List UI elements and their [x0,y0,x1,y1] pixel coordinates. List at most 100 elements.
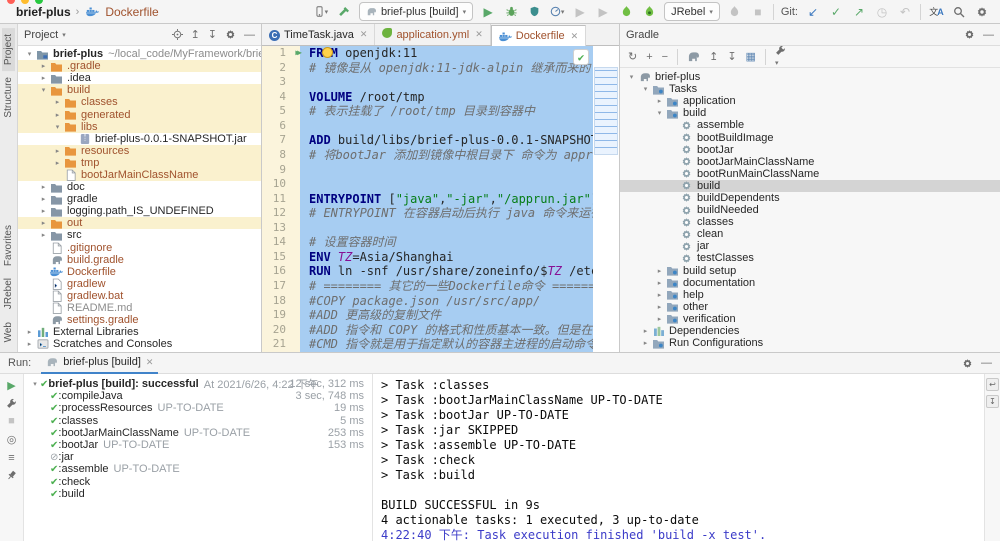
collapse-all-button[interactable]: ↧ [727,50,736,63]
chevron-right-icon[interactable]: ▸ [654,267,665,275]
gradle-tree-row[interactable]: ▸build setup [620,265,1000,277]
minimize-window-icon[interactable] [21,0,29,4]
run-dockerfile-icon[interactable]: ▶▶ [295,46,299,61]
refresh-gradle-button[interactable]: ↻ [628,50,637,63]
run-config-select[interactable]: brief-plus [build] ▾ [359,2,473,21]
project-tree-row[interactable]: ▸logging.path_IS_UNDEFINED [18,205,261,217]
project-tree-row[interactable]: bootJarMainClassName [18,169,261,181]
gradle-tree-row[interactable]: ▸Dependencies [620,325,1000,337]
project-tree-row[interactable]: build.gradle [18,254,261,266]
jrebel-run-button[interactable] [618,3,634,21]
project-tree-row[interactable]: gradlew.bat [18,290,261,302]
build-step-row[interactable]: ✔:classes5 ms [24,415,372,427]
hide-panel-button[interactable]: — [244,29,255,41]
project-tree-row[interactable]: ▸External Libraries [18,326,261,338]
breadcrumb-project[interactable]: brief-plus [16,5,71,19]
build-step-row[interactable]: ✔:build [24,488,372,500]
project-tree-row[interactable]: ▸generated [18,108,261,120]
profiler-button[interactable]: ▾ [549,3,565,21]
close-icon[interactable]: ✕ [475,29,483,40]
chevron-right-icon[interactable]: ▸ [38,183,49,191]
code-line[interactable]: 18#COPY package.json /usr/src/app/ [262,294,619,309]
project-tree-row[interactable]: ▾brief-plus~/local_code/MyFramework/brie… [18,48,261,60]
code-line[interactable]: 16RUN ln -snf /usr/share/zoneinfo/$TZ /e… [262,264,619,279]
build-step-row[interactable]: ✔:check [24,476,372,488]
build-step-row[interactable]: ✔:bootJarUP-TO-DATE153 ms [24,439,372,451]
project-tree-row[interactable]: brief-plus-0.0.1-SNAPSHOT.jar [18,133,261,145]
project-tree-row[interactable]: settings.gradle [18,314,261,326]
gradle-tree-row[interactable]: assemble [620,119,1000,131]
project-tree-row[interactable]: gradlew [18,278,261,290]
run-button[interactable]: ▶ [480,3,496,21]
build-step-row[interactable]: ✔:processResourcesUP-TO-DATE19 ms [24,402,372,414]
chevron-right-icon[interactable]: ▸ [52,147,63,155]
chevron-down-icon[interactable]: ▾ [30,380,40,388]
build-console[interactable]: > Task :classes> Task :bootJarMainClassN… [372,374,984,541]
close-window-icon[interactable] [7,0,15,4]
project-tree-row[interactable]: ▾libs [18,121,261,133]
gradle-tree-row[interactable]: ▸other [620,301,1000,313]
project-tree-row[interactable]: ▾build [18,84,261,96]
close-icon[interactable]: ✕ [360,29,368,40]
build-settings-wrench-button[interactable] [6,398,17,409]
hide-panel-button[interactable]: — [983,29,994,41]
code-line[interactable]: 6 [262,119,619,134]
gradle-tree-row[interactable]: clean [620,228,1000,240]
gradle-tree-row[interactable]: ▸application [620,95,1000,107]
detach-project-button[interactable]: − [662,51,668,63]
code-line[interactable]: 7ADD build/libs/brief-plus-0.0.1-SNAPSHO… [262,133,619,148]
rerun-button[interactable]: ▶ [7,379,15,392]
project-tree-row[interactable]: ▸classes [18,96,261,108]
chevron-right-icon[interactable]: ▸ [38,195,49,203]
build-step-row[interactable]: ▾✔brief-plus [build]: successfulAt 2021/… [24,378,372,390]
gradle-tree-row[interactable]: buildDependents [620,192,1000,204]
locate-file-button[interactable] [172,29,183,40]
tool-stripe-project[interactable]: Project [2,28,15,71]
chevron-right-icon[interactable]: ▸ [654,279,665,287]
attach-project-button[interactable]: + [646,51,652,63]
device-select-button[interactable]: ▾ [313,3,329,21]
project-tree-row[interactable]: ▸.gradle [18,60,261,72]
soft-wrap-button[interactable]: ↩ [986,378,999,391]
panel-settings-gear-icon[interactable] [225,29,236,40]
code-line[interactable]: 14# 设置容器时间 [262,235,619,250]
pin-tab-button[interactable] [6,470,17,481]
code-line[interactable]: 2# 镜像是从 openjdk:11-jdk-alpin 继承而来的 [262,61,619,76]
git-push-button[interactable]: ↗ [851,3,867,21]
tool-stripe-jrebel[interactable]: JRebel [2,272,15,315]
code-line[interactable]: 12# ENTRYPOINT 在容器启动后执行 java 命令来运行程序 [262,206,619,221]
gradle-tree-row[interactable]: testClasses [620,252,1000,264]
build-step-row[interactable]: ⊘:jar [24,451,372,463]
git-history-button[interactable]: ◷ [874,3,890,21]
intention-bulb-icon[interactable] [322,47,333,58]
code-line[interactable]: 9 [262,163,619,178]
chevron-right-icon[interactable]: ▸ [52,98,63,106]
gradle-tree-row[interactable]: bootJarMainClassName [620,156,1000,168]
editor-tab-timetask-java[interactable]: CTimeTask.java✕ [262,24,375,45]
chevron-right-icon[interactable]: ▸ [38,231,49,239]
gradle-tree-row[interactable]: jar [620,240,1000,252]
chevron-right-icon[interactable]: ▸ [52,159,63,167]
chevron-right-icon[interactable]: ▸ [654,303,665,311]
chevron-right-icon[interactable]: ▸ [640,327,651,335]
inspections-ok-icon[interactable]: ✔ [573,49,589,65]
gradle-tree-row[interactable]: ▾brief-plus [620,71,1000,83]
window-controls[interactable] [7,0,43,4]
gradle-tree-row[interactable]: bootBuildImage [620,131,1000,143]
git-rollback-button[interactable]: ↶ [897,3,913,21]
group-tasks-button[interactable]: ▦ [746,50,756,63]
panel-settings-gear-icon[interactable] [962,358,973,369]
project-tree-row[interactable]: README.md [18,302,261,314]
tool-stripe-structure[interactable]: Structure [2,71,15,124]
project-tree-row[interactable]: ▸resources [18,145,261,157]
expand-all-button[interactable]: ↥ [709,50,718,63]
git-commit-button[interactable]: ✓ [828,3,844,21]
search-everywhere-button[interactable] [951,3,967,21]
chevron-right-icon[interactable]: ▸ [654,97,665,105]
code-line[interactable]: 8# 将bootJar 添加到镜像中根目录下 命令为 apprun.jar [262,148,619,163]
chevron-right-icon[interactable]: ▸ [24,328,35,336]
chevron-down-icon[interactable]: ▾ [626,73,637,81]
scroll-to-end-button[interactable]: ↧ [986,395,999,408]
close-icon[interactable]: ✕ [571,31,579,42]
chevron-down-icon[interactable]: ▾ [24,50,35,58]
